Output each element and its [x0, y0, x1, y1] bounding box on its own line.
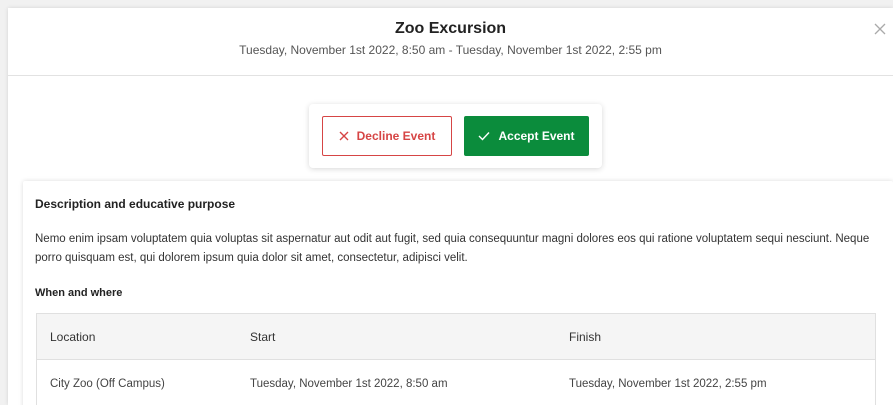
- column-header-finish: Finish: [569, 329, 602, 344]
- when-where-heading: When and where: [35, 287, 123, 299]
- cell-start: Tuesday, November 1st 2022, 8:50 am: [250, 378, 448, 390]
- accept-event-button[interactable]: Accept Event: [464, 116, 589, 156]
- event-details-card: Description and educative purpose Nemo e…: [23, 181, 893, 405]
- column-header-location: Location: [50, 329, 96, 344]
- event-actions: Decline Event Accept Event: [309, 104, 602, 168]
- accept-event-label: Accept Event: [498, 129, 575, 143]
- decline-event-button[interactable]: Decline Event: [322, 116, 452, 156]
- description-heading: Description and educative purpose: [35, 197, 236, 211]
- column-header-start: Start: [250, 329, 276, 344]
- modal-header: Zoo Excursion Tuesday, November 1st 2022…: [8, 8, 893, 76]
- cell-finish: Tuesday, November 1st 2022, 2:55 pm: [569, 378, 767, 390]
- x-icon: [339, 131, 349, 141]
- event-description: Nemo enim ipsam voluptatem quia voluptas…: [35, 233, 870, 264]
- event-date-range: Tuesday, November 1st 2022, 8:50 am - Tu…: [239, 43, 662, 57]
- check-icon: [478, 132, 490, 141]
- cell-location: City Zoo (Off Campus): [50, 378, 165, 390]
- table-row: City Zoo (Off Campus) Tuesday, November …: [37, 360, 875, 405]
- decline-event-label: Decline Event: [356, 129, 436, 143]
- close-icon: [874, 23, 886, 35]
- event-title: Zoo Excursion: [394, 20, 507, 37]
- when-where-table: Location Start Finish City Zoo (Off Camp…: [36, 313, 876, 405]
- close-button[interactable]: [873, 22, 893, 42]
- table-header-row: Location Start Finish: [37, 314, 875, 360]
- event-modal: Zoo Excursion Tuesday, November 1st 2022…: [8, 8, 893, 405]
